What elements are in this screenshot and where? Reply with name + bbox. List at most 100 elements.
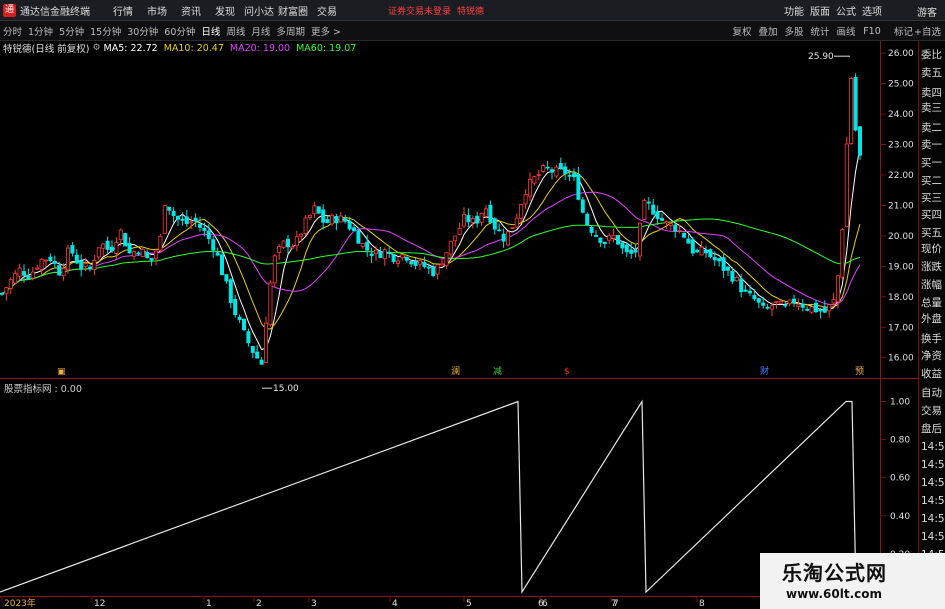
quote-panel-item[interactable]: 总量 [921,295,942,310]
candle-body [594,235,599,237]
candle-body [417,260,422,265]
candle-body [360,243,365,247]
candle-body [501,233,506,242]
event-mark[interactable]: 澜 [451,366,460,377]
candle-body [585,213,590,226]
add-favorite-button[interactable]: +自选 [914,24,941,38]
price-tick-label: 23.00 [888,141,914,151]
candle-body [382,249,387,260]
candle-body [576,173,581,200]
spike-label: 7 [611,599,617,609]
candle-body [88,266,93,270]
candle-body [228,279,233,304]
candle-body [827,304,832,312]
quote-panel-item[interactable]: 自动 [921,385,942,400]
candle-body [378,251,383,259]
candle-body [312,205,317,215]
candle-body [505,231,510,246]
candle-body [638,222,643,257]
quote-panel-item[interactable]: 净资 [921,348,942,363]
candle-body [259,359,264,365]
candle-body [426,266,431,269]
candle-body [479,212,484,223]
candle-body [145,251,150,259]
candle-body [624,244,629,253]
candle-body [492,218,497,230]
candle-body [272,255,277,284]
event-mark[interactable]: $ [564,367,570,377]
event-mark[interactable]: 减 [493,365,502,377]
candle-body [444,252,449,266]
price-tick-label: 20.00 [888,232,914,242]
quote-panel-item[interactable]: 买二 [921,173,942,188]
candle-body [514,217,519,228]
quote-panel-item[interactable]: 涨跌 [921,259,942,274]
candle-body [110,246,115,252]
quote-panel-item[interactable]: 卖五 [921,65,942,80]
watermark-title: 乐淘公式网 [782,561,887,585]
quote-panel-item[interactable]: 买五 [921,225,942,240]
stock-chart[interactable]: 16.0017.0018.0019.0020.0021.0022.0023.00… [0,0,918,609]
watermark-url: www.60lt.com [786,587,883,601]
candle-body [373,249,378,255]
quote-panel-item[interactable]: 卖一 [921,137,942,152]
quote-panel-item[interactable]: 交易 [921,403,942,418]
candle-body [409,261,414,265]
quote-panel-item[interactable]: 卖二 [921,120,942,135]
quote-panel-item[interactable]: 14:50 [921,459,945,471]
candle-body [17,267,22,277]
candle-body [730,271,735,282]
candle-body [175,215,180,220]
candle-body [589,226,594,233]
quote-panel-item[interactable]: 委比 [921,47,942,62]
candle-body [184,216,189,225]
quote-side-panel: 委比卖五卖四 卖三卖二卖一买一买二买三买四买五 现价涨跌涨幅总量 外盘换手净资收益自动… [918,41,945,609]
candle-body [307,215,312,218]
quote-panel-item[interactable]: 涨幅 [921,277,942,292]
quote-panel-item[interactable]: 外盘 [921,311,942,326]
quote-panel-item[interactable]: 卖三 [921,100,942,115]
quote-panel-item[interactable]: 14:50 [921,495,945,507]
candle-body [285,238,290,248]
candle-body [646,201,651,204]
candle-body [778,300,783,305]
event-mark[interactable]: 财 [760,365,769,377]
quote-panel-item[interactable]: 买一 [921,155,942,170]
indicator-title[interactable]: 股票指标网 : 0.00 [4,381,82,395]
candle-body [8,279,13,289]
candle-body [699,246,704,256]
candle-body [334,216,339,224]
candle-body [338,215,343,223]
candle-body [299,233,304,237]
event-mark[interactable]: ▣ [57,367,66,377]
candle-body [532,176,537,184]
candle-body [431,267,436,276]
quote-panel-item[interactable]: 卖四 [921,85,942,100]
candle-body [140,248,145,257]
candle-body [96,247,101,258]
quote-panel-item[interactable]: 14:50 [921,513,945,525]
quote-panel-item[interactable]: 买四 [921,207,942,222]
candle-body [660,218,665,221]
time-tick-label: 3 [311,599,317,609]
candle-body [202,227,207,231]
candle-body [105,240,110,250]
time-tick-label: 1 [206,599,212,609]
quote-panel-item[interactable]: 买三 [921,190,942,205]
quote-panel-item[interactable]: 收益 [921,366,942,381]
candle-body [219,254,224,276]
quote-panel-item[interactable]: 换手 [921,331,942,346]
candles [0,73,863,365]
quote-panel-item[interactable]: 14:50 [921,531,945,543]
candle-body [387,252,392,254]
quote-panel-item[interactable]: 14:50 [921,477,945,489]
quote-panel-item[interactable]: 盘后 [921,421,942,436]
indicator-pane [0,399,857,595]
quote-panel-item[interactable]: 现价 [921,241,942,256]
quote-panel-item[interactable]: 14:50 [921,441,945,453]
candle-body [620,242,625,249]
event-mark[interactable]: 预 [855,366,864,377]
candle-body [545,166,550,169]
candle-body [391,254,396,262]
guest-user[interactable]: 游客 [917,4,937,19]
